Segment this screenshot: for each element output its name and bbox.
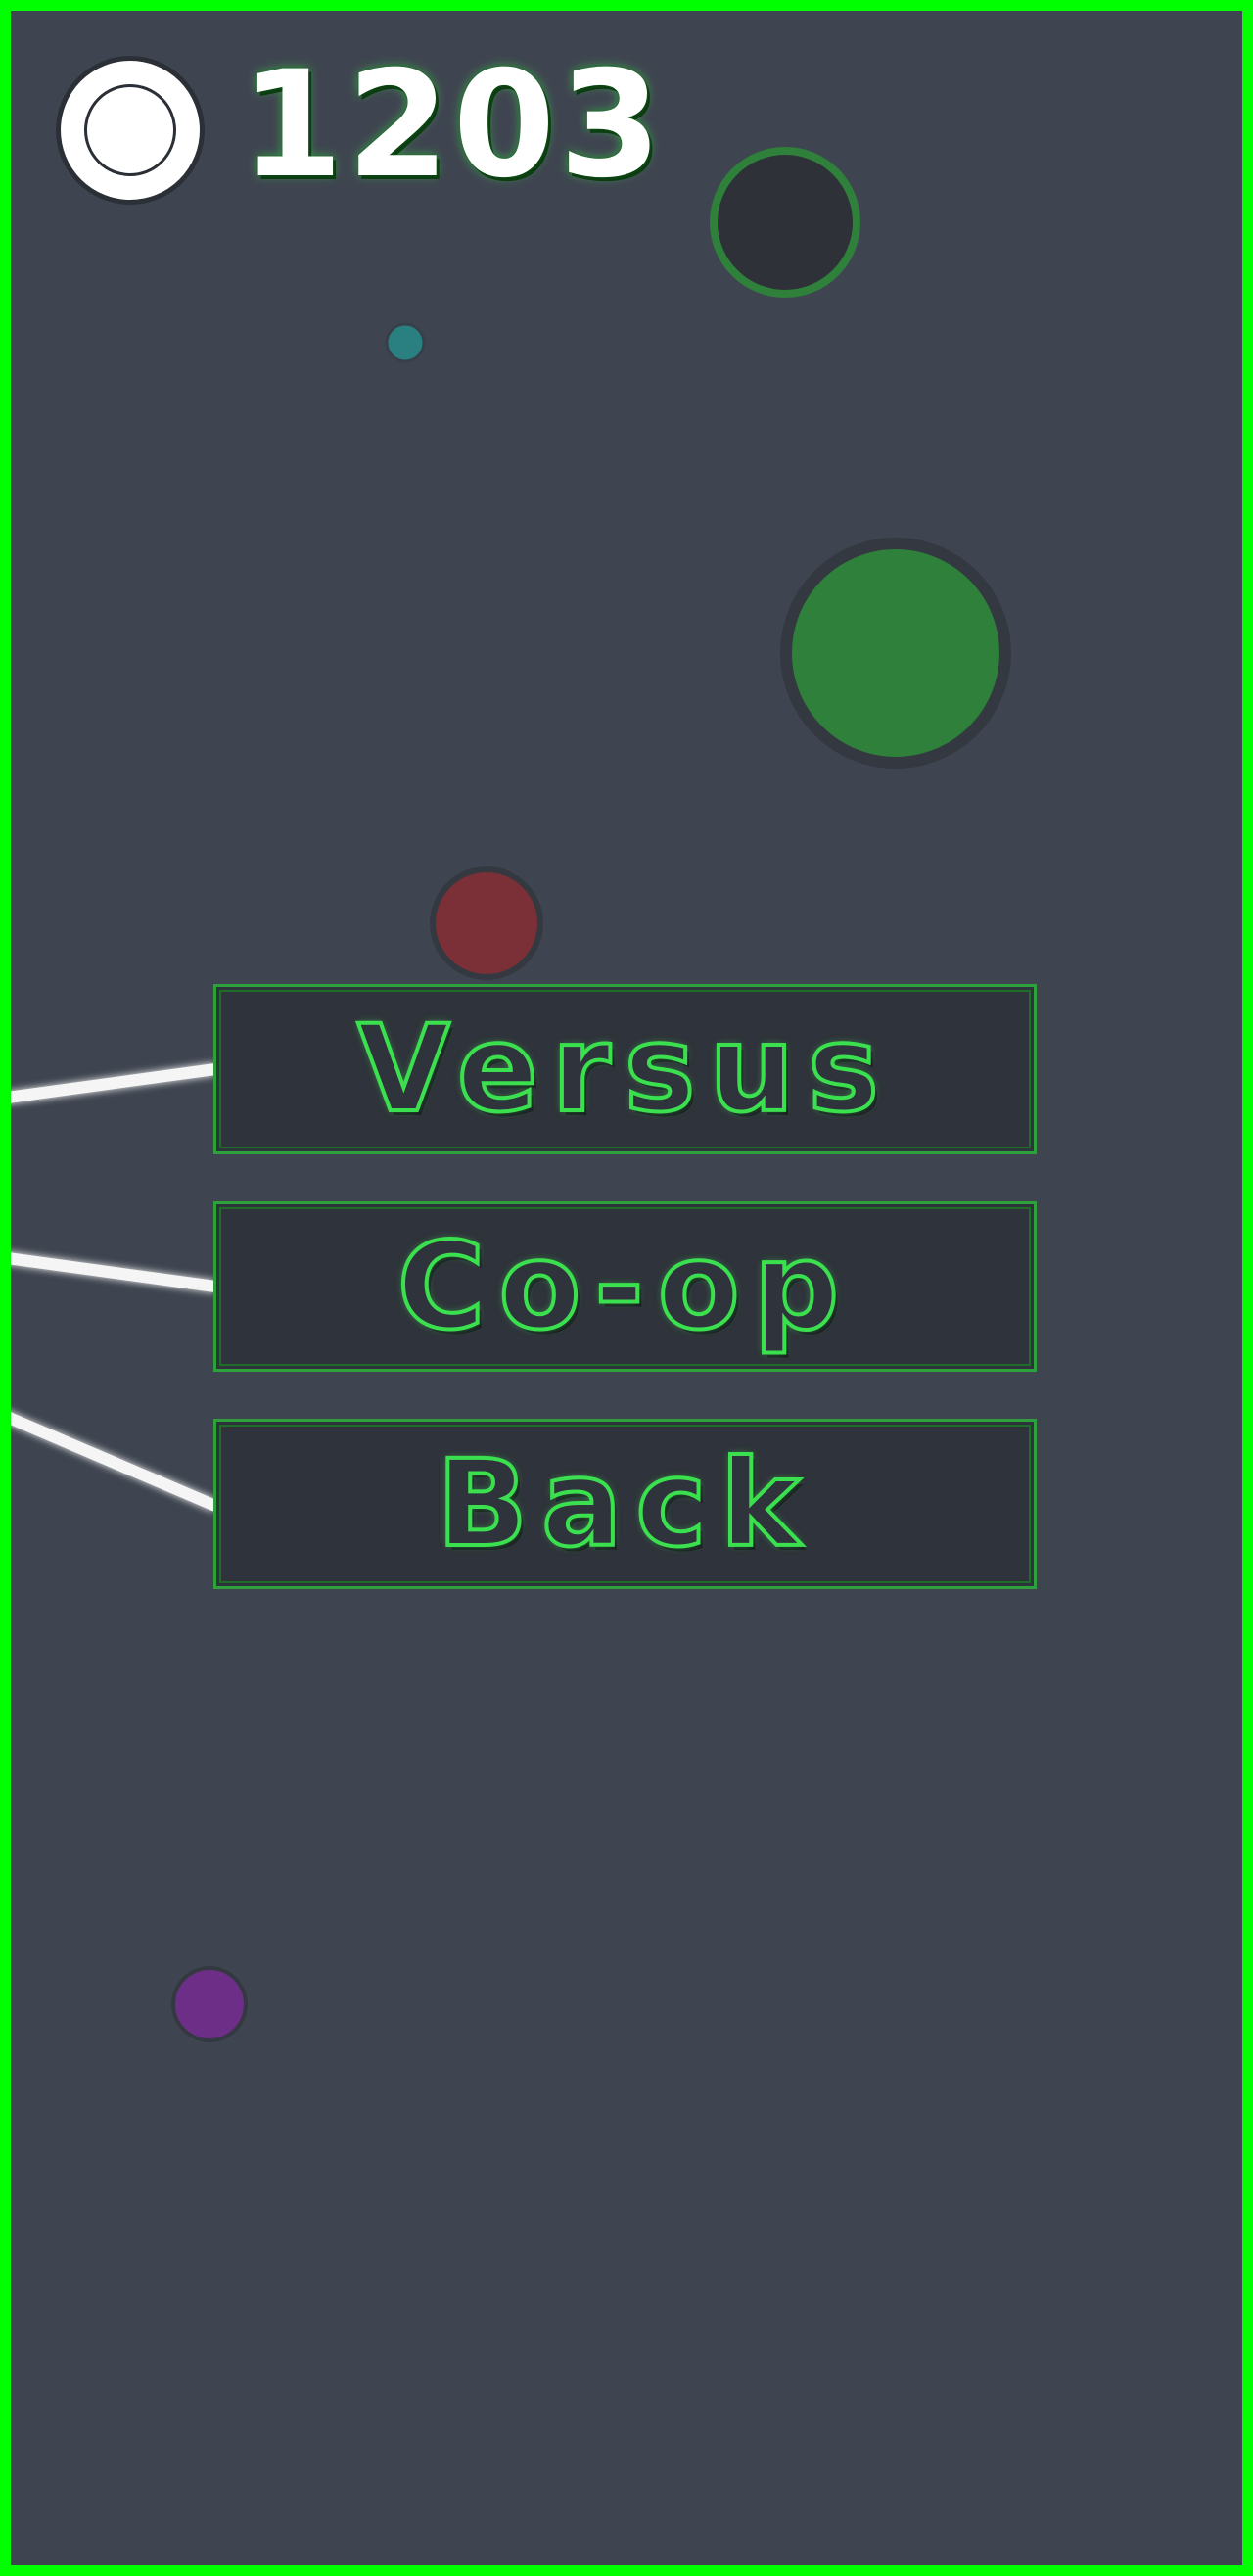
coin-inner-ring (84, 84, 176, 176)
light-beam-2 (11, 1252, 216, 1292)
red-orb (430, 866, 543, 980)
coop-button[interactable]: Co-op (213, 1201, 1037, 1372)
light-beam-1 (11, 1063, 216, 1103)
dark-orb (710, 147, 860, 298)
coin-icon (56, 56, 205, 205)
score-counter: 1203 (241, 40, 666, 211)
green-orb (780, 538, 1011, 769)
back-button[interactable]: Back (213, 1419, 1037, 1589)
game-field: 1203 Versus Co-op Back (11, 11, 1242, 2565)
purple-orb (171, 1966, 248, 2042)
teal-orb (385, 322, 426, 363)
light-beam-3 (11, 1412, 218, 1512)
versus-button[interactable]: Versus (213, 984, 1037, 1154)
